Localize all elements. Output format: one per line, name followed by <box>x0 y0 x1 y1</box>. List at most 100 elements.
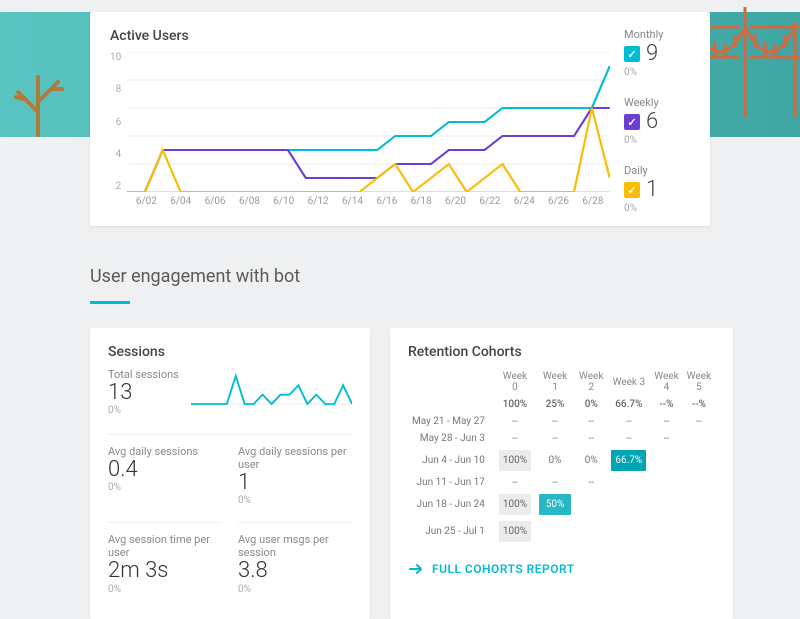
metric: Avg daily sessions per user10% <box>238 445 352 523</box>
sessions-title: Sessions <box>108 344 352 360</box>
metric-pct: 0% <box>108 482 222 493</box>
legend-label: Weekly <box>624 96 690 109</box>
total-sessions-metric: Total sessions 13 0% <box>108 368 179 424</box>
ytick: 2 <box>110 181 121 192</box>
retention-cell: -- <box>535 413 575 430</box>
retention-cell: -- <box>535 430 575 447</box>
retention-row: Jun 18 - Jun 24100% 50% <box>408 491 715 518</box>
retention-summary-cell: --% <box>650 396 682 413</box>
legend-label: Daily <box>624 164 690 177</box>
ytick: 6 <box>110 117 121 128</box>
xtick: 6/18 <box>404 196 438 207</box>
legend-value: 1 <box>646 179 658 201</box>
xtick: 6/10 <box>267 196 301 207</box>
ytick: 8 <box>110 84 121 95</box>
active-users-xaxis: 6/026/046/066/086/106/126/146/166/186/20… <box>127 196 610 207</box>
retention-row: Jun 11 - Jun 17------ <box>408 474 715 491</box>
retention-cell: -- <box>607 413 650 430</box>
xtick: 6/20 <box>438 196 472 207</box>
sessions-metrics-grid: Avg daily sessions0.40%Avg daily session… <box>108 445 352 602</box>
engagement-heading: User engagement with bot <box>90 266 710 287</box>
xtick: 6/16 <box>370 196 404 207</box>
xtick: 6/04 <box>164 196 198 207</box>
retention-cell: 100% <box>499 494 531 515</box>
full-report-label: FULL COHORTS REPORT <box>432 562 575 576</box>
retention-card: Retention Cohorts Week 0Week 1Week 2Week… <box>390 328 733 619</box>
legend-weekly[interactable]: Weekly ✓ 6 0% <box>624 96 690 146</box>
retention-cohort-label: May 21 - May 27 <box>408 413 495 430</box>
checkbox-icon[interactable]: ✓ <box>624 182 640 198</box>
xtick: 6/12 <box>301 196 335 207</box>
retention-week-header: Week 1 <box>535 368 575 396</box>
metric-value: 0.4 <box>108 458 222 482</box>
retention-cell: -- <box>575 474 607 491</box>
retention-week-header: Week 0 <box>495 368 535 396</box>
legend-pct: 0% <box>624 135 690 146</box>
xtick: 6/28 <box>576 196 610 207</box>
retention-title: Retention Cohorts <box>408 344 715 360</box>
xtick: 6/06 <box>198 196 232 207</box>
metric: Avg daily sessions0.40% <box>108 445 222 523</box>
metric: Avg user msgs per session3.80% <box>238 533 352 602</box>
xtick: 6/02 <box>129 196 163 207</box>
retention-cell: -- <box>607 430 650 447</box>
retention-summary-cell: 0% <box>575 396 607 413</box>
sessions-card: Sessions Total sessions 13 0% Avg daily … <box>90 328 370 619</box>
legend-pct: 0% <box>624 203 690 214</box>
metric-value: 13 <box>108 381 179 405</box>
retention-cell: -- <box>495 413 535 430</box>
active-users-legend: Monthly ✓ 9 0% Weekly ✓ 6 0% Daily ✓ <box>610 28 690 214</box>
active-users-title: Active Users <box>110 28 610 44</box>
metric-label: Avg session time per user <box>108 533 222 559</box>
sessions-sparkline <box>191 368 352 408</box>
metric: Avg session time per user2m 3s0% <box>108 533 222 602</box>
arrow-right-icon <box>408 561 424 577</box>
retention-summary-cell: 25% <box>535 396 575 413</box>
legend-value: 6 <box>646 111 658 133</box>
metric-value: 1 <box>238 471 352 495</box>
retention-cell: 0% <box>575 447 607 474</box>
metric-value: 3.8 <box>238 559 352 583</box>
xtick: 6/26 <box>541 196 575 207</box>
retention-cohort-label: Jun 11 - Jun 17 <box>408 474 495 491</box>
retention-cell: -- <box>575 430 607 447</box>
retention-cohort-label: Jun 18 - Jun 24 <box>408 491 495 518</box>
metric-value: 2m 3s <box>108 559 222 583</box>
metric-pct: 0% <box>108 405 179 416</box>
retention-cell: -- <box>575 413 607 430</box>
metric-label: Avg daily sessions per user <box>238 445 352 471</box>
xtick: 6/24 <box>507 196 541 207</box>
retention-row: Jun 4 - Jun 10100%0%0%66.7% <box>408 447 715 474</box>
legend-value: 9 <box>646 43 658 65</box>
legend-monthly[interactable]: Monthly ✓ 9 0% <box>624 28 690 78</box>
retention-summary-cell: 66.7% <box>607 396 650 413</box>
retention-cell: 50% <box>539 494 571 515</box>
retention-row: May 21 - May 27------------ <box>408 413 715 430</box>
retention-cohort-label: May 28 - Jun 3 <box>408 430 495 447</box>
ytick: 4 <box>110 149 121 160</box>
retention-cohort-label: Jun 4 - Jun 10 <box>408 447 495 474</box>
legend-label: Monthly <box>624 28 690 41</box>
metric-pct: 0% <box>238 584 352 595</box>
xtick: 6/08 <box>232 196 266 207</box>
active-users-chart <box>127 52 610 192</box>
checkbox-icon[interactable]: ✓ <box>624 46 640 62</box>
full-cohorts-report-link[interactable]: FULL COHORTS REPORT <box>408 555 715 577</box>
retention-week-header: Week 3 <box>607 368 650 396</box>
retention-cell: -- <box>650 413 682 430</box>
retention-summary-cell: --% <box>683 396 715 413</box>
active-users-yaxis: 10 8 6 4 2 <box>110 52 127 192</box>
metric-label: Avg user msgs per session <box>238 533 352 559</box>
legend-pct: 0% <box>624 67 690 78</box>
retention-cell: 100% <box>499 450 531 471</box>
retention-week-header: Week 4 <box>650 368 682 396</box>
retention-cell: 0% <box>535 447 575 474</box>
retention-week-header: Week 2 <box>575 368 607 396</box>
retention-cell: -- <box>650 430 682 447</box>
legend-daily[interactable]: Daily ✓ 1 0% <box>624 164 690 214</box>
checkbox-icon[interactable]: ✓ <box>624 114 640 130</box>
xtick: 6/14 <box>335 196 369 207</box>
metric-pct: 0% <box>238 495 352 506</box>
retention-cell: 100% <box>499 521 531 542</box>
retention-cell: -- <box>495 474 535 491</box>
